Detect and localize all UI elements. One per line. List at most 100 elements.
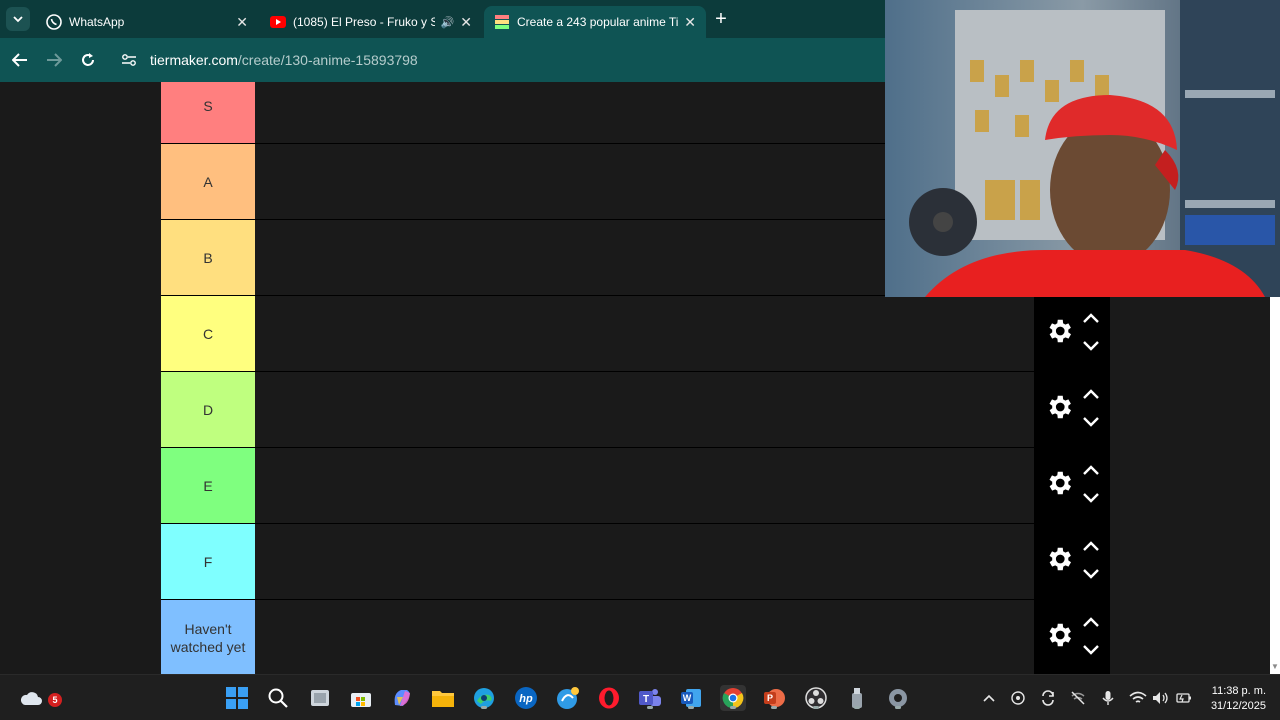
- running-indicator: [481, 706, 487, 709]
- chevron-up-icon[interactable]: [1082, 615, 1100, 633]
- tier-row: C: [161, 296, 1110, 372]
- tab-youtube[interactable]: (1085) El Preso - Fruko y Su 🔊 ✕: [260, 6, 482, 38]
- microphone-icon[interactable]: [1099, 688, 1117, 708]
- gear-icon[interactable]: [1044, 620, 1074, 655]
- sync-icon[interactable]: [1039, 688, 1057, 708]
- running-indicator: [771, 706, 777, 709]
- tier-move-controls: [1082, 539, 1100, 585]
- tab-tiermaker[interactable]: Create a 243 popular anime Tie ✕: [484, 6, 706, 38]
- site-info-icon[interactable]: [120, 51, 138, 69]
- tab-title: (1085) El Preso - Fruko y Su: [293, 15, 435, 29]
- powerpoint-icon[interactable]: P: [761, 685, 787, 711]
- battery-icon[interactable]: [1175, 688, 1193, 708]
- chevron-down-icon[interactable]: [1082, 339, 1100, 357]
- copilot-icon[interactable]: [389, 685, 415, 711]
- settings-icon[interactable]: [885, 685, 911, 711]
- search-icon[interactable]: [265, 685, 291, 711]
- tier-controls: [1034, 296, 1110, 371]
- tier-drop-zone[interactable]: [255, 524, 1034, 599]
- close-icon[interactable]: ✕: [236, 14, 248, 31]
- gear-icon[interactable]: [1044, 392, 1074, 427]
- chevron-up-icon[interactable]: [1082, 463, 1100, 481]
- tier-drop-zone[interactable]: [255, 296, 1034, 371]
- usb-icon[interactable]: [844, 685, 870, 711]
- wifi-icon[interactable]: [1129, 688, 1147, 708]
- tier-drop-zone[interactable]: [255, 600, 1034, 674]
- running-indicator: [688, 706, 694, 709]
- tier-label[interactable]: E: [161, 448, 255, 523]
- back-button[interactable]: [8, 48, 32, 72]
- tier-label[interactable]: B: [161, 220, 255, 295]
- close-icon[interactable]: ✕: [684, 14, 696, 31]
- youtube-icon: [270, 14, 286, 30]
- file-explorer-icon[interactable]: [430, 685, 456, 711]
- system-clock[interactable]: 11:38 p. m. 31/12/2025: [1211, 684, 1266, 714]
- chevron-up-icon[interactable]: [1082, 387, 1100, 405]
- weather-widget[interactable]: 5: [18, 685, 62, 711]
- chevron-up-icon[interactable]: [1082, 539, 1100, 557]
- running-indicator: [647, 706, 653, 709]
- running-indicator: [854, 706, 860, 709]
- teams-icon[interactable]: T: [637, 685, 663, 711]
- tier-label[interactable]: S: [161, 82, 255, 143]
- clock-time: 11:38 p. m.: [1211, 685, 1266, 697]
- gear-icon[interactable]: [1044, 544, 1074, 579]
- forward-button[interactable]: [42, 48, 66, 72]
- task-view-icon[interactable]: [307, 685, 333, 711]
- chevron-down-icon: [13, 16, 23, 23]
- svg-text:hp: hp: [519, 693, 533, 705]
- tier-label[interactable]: D: [161, 372, 255, 447]
- speaker-icon[interactable]: 🔊: [441, 16, 455, 29]
- notification-badge: 5: [48, 693, 62, 707]
- photos-icon[interactable]: [555, 685, 581, 711]
- opera-icon[interactable]: [596, 685, 622, 711]
- tab-search-dropdown[interactable]: [6, 7, 30, 31]
- scroll-down-icon[interactable]: ▼: [1271, 662, 1279, 672]
- tier-row: E: [161, 448, 1110, 524]
- svg-text:W: W: [683, 693, 692, 703]
- reload-icon: [82, 53, 94, 66]
- tier-move-controls: [1082, 463, 1100, 509]
- tier-move-controls: [1082, 615, 1100, 661]
- store-icon[interactable]: [348, 685, 374, 711]
- address-bar[interactable]: tiermaker.com/create/130-anime-15893798: [120, 44, 900, 76]
- chevron-down-icon[interactable]: [1082, 643, 1100, 661]
- chevron-down-icon[interactable]: [1082, 415, 1100, 433]
- tier-drop-zone[interactable]: [255, 372, 1034, 447]
- edge-icon[interactable]: [471, 685, 497, 711]
- running-indicator: [730, 706, 736, 709]
- chrome-icon[interactable]: [720, 685, 746, 711]
- tier-row: F: [161, 524, 1110, 600]
- arrow-left-icon: [12, 53, 27, 67]
- tier-label[interactable]: A: [161, 144, 255, 219]
- chevron-up-icon[interactable]: [1082, 311, 1100, 329]
- tier-label[interactable]: F: [161, 524, 255, 599]
- tier-move-controls: [1082, 387, 1100, 433]
- svg-text:P: P: [767, 693, 773, 703]
- gear-icon[interactable]: [1044, 468, 1074, 503]
- clock-date: 31/12/2025: [1210, 700, 1266, 712]
- tab-title: Create a 243 popular anime Tie: [517, 15, 679, 29]
- network-off-icon[interactable]: [1069, 688, 1087, 708]
- tiermaker-icon: [494, 14, 510, 30]
- word-icon[interactable]: W: [678, 685, 704, 711]
- tier-label[interactable]: Haven't watched yet: [161, 600, 255, 674]
- obs-icon[interactable]: [803, 685, 829, 711]
- chevron-down-icon[interactable]: [1082, 491, 1100, 509]
- new-tab-button[interactable]: +: [710, 8, 732, 30]
- tier-label[interactable]: C: [161, 296, 255, 371]
- start-icon[interactable]: [224, 685, 250, 711]
- scrollbar[interactable]: [1270, 297, 1280, 674]
- close-icon[interactable]: ✕: [460, 14, 472, 31]
- tab-whatsapp[interactable]: WhatsApp ✕: [36, 6, 258, 38]
- obs-tray-icon[interactable]: [1009, 688, 1027, 708]
- gear-icon[interactable]: [1044, 316, 1074, 351]
- chevron-up-icon[interactable]: [980, 688, 998, 708]
- volume-icon[interactable]: [1152, 688, 1170, 708]
- arrow-right-icon: [47, 53, 62, 67]
- tier-drop-zone[interactable]: [255, 448, 1034, 523]
- hp-icon[interactable]: hp: [513, 685, 539, 711]
- reload-button[interactable]: [76, 48, 100, 72]
- chevron-down-icon[interactable]: [1082, 567, 1100, 585]
- cloud-icon: [20, 692, 42, 705]
